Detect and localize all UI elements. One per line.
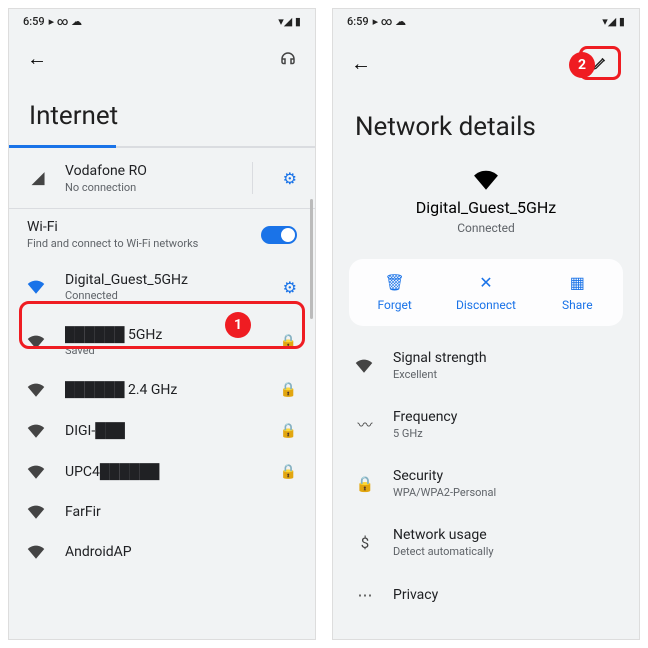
wifi-sub: Find and connect to Wi-Fi networks bbox=[27, 237, 198, 250]
forget-button[interactable]: 🗑Forget bbox=[349, 259, 440, 326]
share-button[interactable]: ▦Share bbox=[532, 259, 623, 326]
lock-icon: 🔒 bbox=[355, 475, 375, 493]
back-icon[interactable]: ← bbox=[351, 51, 371, 76]
step-badge-2: 2 bbox=[569, 52, 595, 78]
carrier-status: No connection bbox=[65, 181, 236, 194]
wifi-icon bbox=[333, 170, 639, 190]
detail-row[interactable]: ⋯ Privacy bbox=[333, 572, 639, 618]
network-name: ██████ 2.4 GHz bbox=[65, 381, 264, 398]
network-name: Digital_Guest_5GHz bbox=[333, 198, 639, 217]
status-right-icons: ▾◢ ▮ bbox=[602, 15, 625, 28]
network-name: FarFir bbox=[65, 504, 297, 520]
status-bar: 6:59 ▸ ∞ ☁ ▾◢ ▮ bbox=[9, 9, 315, 34]
wifi-title: Wi-Fi bbox=[27, 219, 198, 235]
status-time: 6:59 bbox=[347, 15, 369, 28]
carrier-name: Vodafone RO bbox=[65, 163, 236, 179]
freq-icon: 〰 bbox=[355, 414, 375, 435]
network-row[interactable]: UPC4██████ 🔒 bbox=[9, 451, 315, 492]
tab-indicator bbox=[9, 145, 315, 148]
detail-row[interactable]: 🔒 Security WPA/WPA2-Personal bbox=[333, 454, 639, 513]
wifi-icon bbox=[355, 359, 375, 373]
wifi-icon bbox=[27, 545, 49, 559]
lock-icon: 🔒 bbox=[280, 464, 297, 480]
detail-row[interactable]: Signal strength Excellent bbox=[333, 336, 639, 395]
gear-icon[interactable]: ⚙ bbox=[283, 278, 297, 297]
close-icon: ✕ bbox=[444, 273, 527, 292]
detail-label: Frequency bbox=[393, 409, 457, 425]
lock-icon: 🔒 bbox=[280, 382, 297, 398]
network-name: Digital_Guest_5GHz bbox=[65, 272, 267, 288]
status-right-icons: ▾◢ ▮ bbox=[278, 15, 301, 28]
detail-value: Excellent bbox=[393, 368, 487, 381]
cellular-icon: ◢ bbox=[27, 168, 49, 188]
status-icons: ▸ ∞ ☁ bbox=[373, 15, 406, 28]
detail-value: 5 GHz bbox=[393, 427, 457, 440]
highlight-box-1 bbox=[19, 301, 305, 349]
page-title: Network details bbox=[333, 92, 639, 166]
network-header: Digital_Guest_5GHz Connected bbox=[333, 166, 639, 249]
network-name: DIGI-███ bbox=[65, 422, 264, 439]
network-name: UPC4██████ bbox=[65, 463, 264, 480]
network-name: AndroidAP bbox=[65, 544, 297, 560]
detail-label: Signal strength bbox=[393, 350, 487, 366]
disconnect-button[interactable]: ✕Disconnect bbox=[440, 259, 531, 326]
phone-left: 6:59 ▸ ∞ ☁ ▾◢ ▮ ← Internet ◢ Vodafone RO N… bbox=[8, 8, 316, 640]
gear-icon[interactable]: ⚙ bbox=[283, 169, 297, 188]
network-row[interactable]: AndroidAP bbox=[9, 532, 315, 572]
qr-icon: ▦ bbox=[536, 273, 619, 292]
wifi-icon bbox=[27, 383, 49, 397]
page-title: Internet bbox=[9, 83, 315, 145]
status-icons: ▸ ∞ ☁ bbox=[49, 15, 82, 28]
detail-value: WPA/WPA2-Personal bbox=[393, 486, 496, 499]
detail-label: Privacy bbox=[393, 587, 438, 603]
lock-icon: 🔒 bbox=[280, 423, 297, 439]
scrollbar[interactable] bbox=[310, 199, 313, 319]
priv-icon: ⋯ bbox=[355, 586, 375, 604]
top-bar: ← bbox=[9, 34, 315, 83]
step-badge-1: 1 bbox=[225, 312, 251, 338]
detail-label: Network usage bbox=[393, 527, 494, 543]
trash-icon: 🗑 bbox=[353, 273, 436, 292]
wifi-icon bbox=[27, 505, 49, 519]
detail-label: Security bbox=[393, 468, 496, 484]
wifi-icon bbox=[27, 465, 49, 479]
action-bar: 🗑Forget ✕Disconnect ▦Share bbox=[349, 259, 623, 326]
status-bar: 6:59 ▸ ∞ ☁ ▾◢ ▮ bbox=[333, 9, 639, 34]
phone-right: 6:59 ▸ ∞ ☁ ▾◢ ▮ ← 2 Network details Digit… bbox=[332, 8, 640, 640]
back-icon[interactable]: ← bbox=[27, 46, 47, 71]
network-row[interactable]: FarFir bbox=[9, 492, 315, 532]
wifi-icon bbox=[27, 424, 49, 438]
support-icon[interactable] bbox=[279, 50, 297, 68]
wifi-toggle[interactable] bbox=[261, 226, 297, 244]
detail-value: Detect automatically bbox=[393, 545, 494, 558]
status-time: 6:59 bbox=[23, 15, 45, 28]
wifi-section: Wi-Fi Find and connect to Wi-Fi networks bbox=[9, 208, 315, 260]
detail-row[interactable]: $ Network usage Detect automatically bbox=[333, 513, 639, 572]
carrier-row[interactable]: ◢ Vodafone RO No connection ⚙ bbox=[9, 148, 315, 208]
divider bbox=[252, 162, 253, 194]
detail-row[interactable]: 〰 Frequency 5 GHz bbox=[333, 395, 639, 454]
network-status: Connected bbox=[333, 221, 639, 235]
wifi-icon bbox=[27, 280, 49, 294]
network-row[interactable]: ██████ 2.4 GHz 🔒 bbox=[9, 369, 315, 410]
network-row[interactable]: DIGI-███ 🔒 bbox=[9, 410, 315, 451]
dollar-icon: $ bbox=[355, 534, 375, 552]
